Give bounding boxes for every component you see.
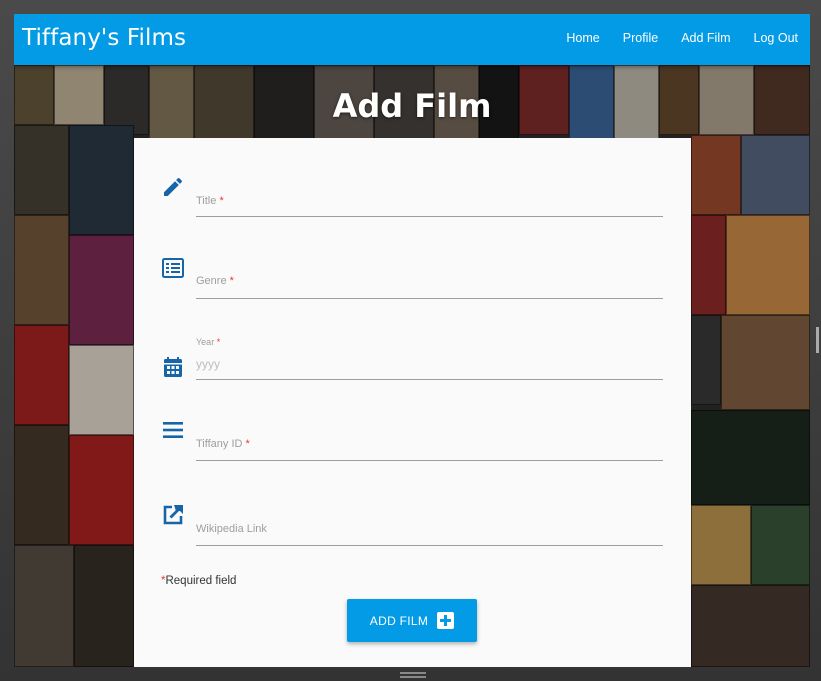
nav-home-link[interactable]: Home (566, 31, 599, 45)
top-navbar: Tiffany's Films Home Profile Add Film Lo… (14, 14, 810, 65)
year-label: Year * (196, 337, 221, 347)
add-film-form-card: Title * Genre * Year * yyyy Tiffany ID *… (134, 138, 691, 667)
year-field: Year * yyyy (134, 333, 691, 403)
title-input[interactable] (196, 197, 663, 217)
wikipedia-link-field: Wikipedia Link (134, 501, 691, 571)
year-input[interactable] (196, 360, 663, 380)
brand-logo-link[interactable]: Tiffany's Films (22, 25, 186, 51)
window-resize-handle[interactable] (400, 672, 426, 678)
menu-lines-icon (161, 418, 185, 442)
nav-log-out-link[interactable]: Log Out (754, 31, 798, 45)
calendar-icon (161, 355, 185, 379)
list-icon (161, 256, 185, 280)
genre-field: Genre * (134, 253, 691, 323)
plus-box-icon (437, 612, 455, 629)
page-title: Add Film (332, 87, 492, 125)
add-film-button-label: ADD FILM (369, 613, 429, 628)
nav-links: Home Profile Add Film Log Out (543, 31, 798, 45)
wikipedia-link-input[interactable] (196, 526, 663, 546)
tiffany-id-input[interactable] (196, 441, 663, 461)
nav-add-film-link[interactable]: Add Film (681, 31, 730, 45)
window-side-grip[interactable] (816, 327, 819, 353)
required-field-note: *Required field (161, 575, 237, 587)
external-link-icon (161, 503, 185, 527)
pencil-icon (161, 175, 185, 199)
title-field: Title * (134, 173, 691, 243)
browser-viewport: Tiffany's Films Home Profile Add Film Lo… (14, 14, 810, 667)
genre-input[interactable] (196, 279, 663, 299)
tiffany-id-field: Tiffany ID * (134, 416, 691, 486)
add-film-button[interactable]: ADD FILM (347, 599, 477, 642)
nav-profile-link[interactable]: Profile (623, 31, 658, 45)
